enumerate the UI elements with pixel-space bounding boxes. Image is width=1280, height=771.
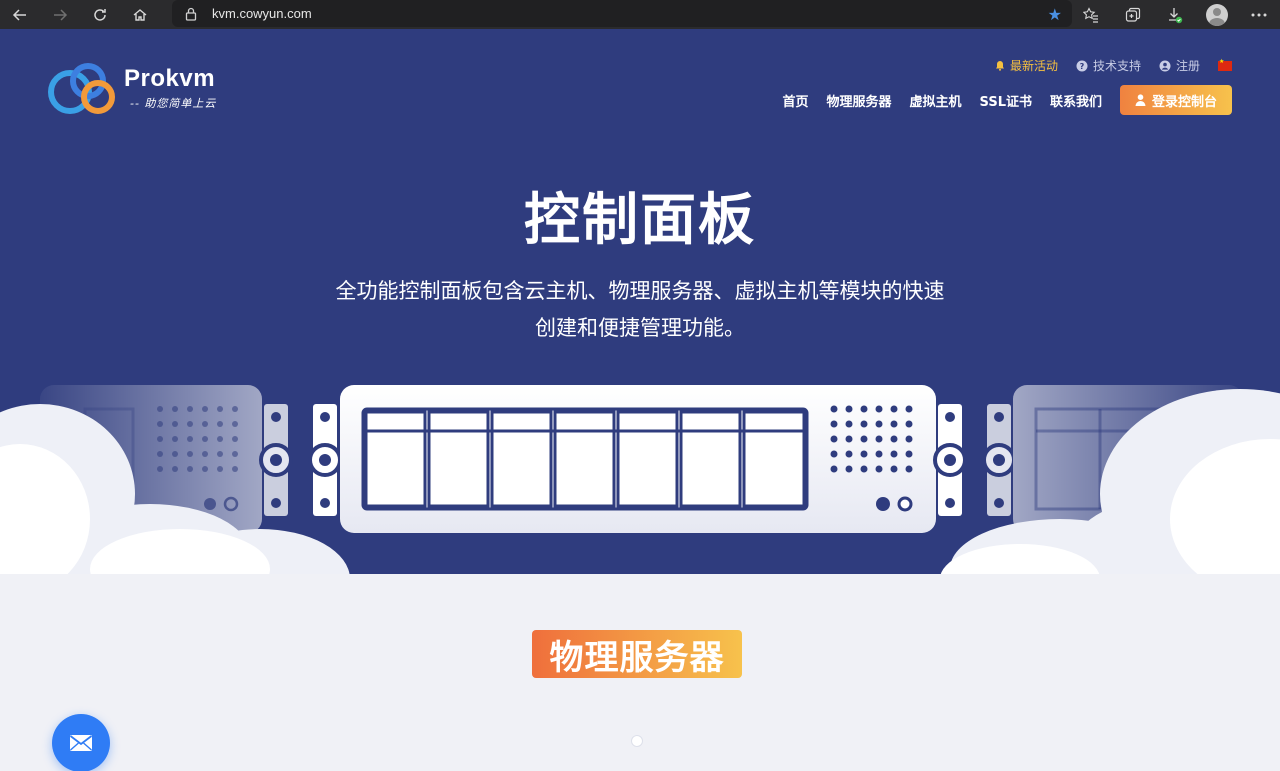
more-icon[interactable] — [1238, 0, 1280, 29]
hero-description: 全功能控制面板包含云主机、物理服务器、虚拟主机等模块的快速 创建和便捷管理功能。 — [300, 273, 980, 347]
main-nav: 首页 物理服务器 虚拟主机 SSL证书 联系我们 登录控制台 — [783, 85, 1232, 115]
top-links: 最新活动 ? 技术支持 注册 — [995, 57, 1232, 74]
profile-icon[interactable] — [1196, 0, 1238, 29]
user-circle-icon — [1159, 60, 1171, 71]
login-console-button[interactable]: 登录控制台 — [1120, 85, 1232, 115]
mail-icon — [69, 735, 93, 751]
register-label: 注册 — [1175, 59, 1200, 73]
lock-icon[interactable] — [184, 7, 198, 21]
question-icon: ? — [1076, 60, 1088, 71]
promo-link[interactable]: 最新活动 — [995, 57, 1058, 74]
carousel-dot[interactable] — [631, 735, 643, 747]
reload-icon[interactable] — [80, 0, 120, 29]
nav-virtual-hosting[interactable]: 虚拟主机 — [910, 91, 962, 110]
nav-contact[interactable]: 联系我们 — [1050, 91, 1102, 110]
site-logo[interactable]: Prokvm -- 助您简单上云 — [46, 59, 226, 119]
star-icon[interactable]: ★ — [1048, 5, 1062, 24]
nav-home[interactable]: 首页 — [783, 91, 809, 110]
forward-icon[interactable] — [40, 0, 80, 29]
promo-label: 最新活动 — [1009, 59, 1058, 73]
browser-toolbar: kvm.cowyun.com ★ — [0, 0, 1280, 29]
china-flag-icon[interactable] — [1218, 58, 1232, 71]
support-label: 技术支持 — [1092, 59, 1141, 73]
hero-description-line-1: 全功能控制面板包含云主机、物理服务器、虚拟主机等模块的快速 — [335, 279, 945, 303]
register-link[interactable]: 注册 — [1159, 57, 1200, 74]
brand-name: Prokvm — [124, 65, 216, 92]
address-bar[interactable]: kvm.cowyun.com ★ — [172, 0, 1072, 27]
url-text[interactable]: kvm.cowyun.com — [212, 6, 312, 21]
server-rack-illustration — [0, 385, 1280, 574]
favorites-icon[interactable] — [1070, 0, 1112, 29]
login-label: 登录控制台 — [1151, 94, 1217, 110]
support-link[interactable]: ? 技术支持 — [1076, 57, 1141, 74]
nav-physical-servers[interactable]: 物理服务器 — [827, 91, 892, 110]
back-icon[interactable] — [0, 0, 40, 29]
hero-description-line-2: 创建和便捷管理功能。 — [535, 316, 745, 340]
collections-icon[interactable] — [1112, 0, 1154, 29]
user-icon — [1135, 94, 1146, 106]
home-icon[interactable] — [120, 0, 160, 29]
logo-rings-icon — [48, 63, 115, 114]
section-title-physical-servers: 物理服务器 — [532, 630, 742, 678]
hero-banner: Prokvm -- 助您简单上云 最新活动 ? 技术支持 注册 首页 物理服务器… — [0, 29, 1280, 574]
svg-text:?: ? — [1080, 62, 1085, 71]
page-title: 控制面板 — [524, 188, 756, 253]
bell-icon — [995, 61, 1004, 71]
mail-button[interactable] — [52, 714, 110, 771]
nav-ssl[interactable]: SSL证书 — [980, 91, 1032, 110]
downloads-icon[interactable] — [1154, 0, 1196, 29]
brand-slogan: -- 助您简单上云 — [130, 97, 217, 110]
